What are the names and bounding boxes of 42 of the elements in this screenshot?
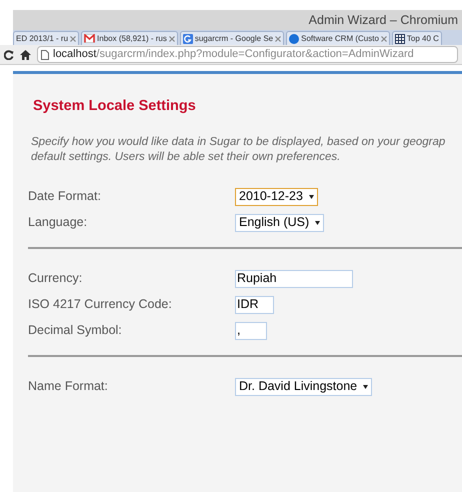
input-field[interactable]: IDR [235,296,274,314]
field-label: Currency: [28,270,84,288]
input-field[interactable]: , [235,322,267,340]
page-heading: System Locale Settings [33,97,197,116]
envelope-icon [84,34,96,43]
field-label: Date Format: [28,188,102,206]
dropdown[interactable]: English (US) [235,214,324,232]
home-icon[interactable] [20,50,31,60]
field-label: Name Format: [28,378,109,396]
field-label: ISO 4217 Currency Code: [28,296,173,314]
reload-icon[interactable] [4,50,14,60]
browser-tab[interactable]: Software CRM (Custo [286,31,390,45]
close-icon[interactable] [380,36,387,42]
browser-tab[interactable]: ED 2013/1 - ru [13,31,80,45]
window-title: Admin Wizard – Chromium [308,12,458,29]
grid-icon [394,34,405,44]
close-icon[interactable] [168,36,175,42]
dropdown[interactable]: Dr. David Livingstone [235,378,372,396]
address-field[interactable]: localhost/sugarcrm/index.php?module=Configurator&action=AdminWizard [37,46,458,63]
field-label: Decimal Symbol: [28,322,123,340]
tab-title: Software CRM (Custo [301,32,379,44]
input-field[interactable]: Rupiah [235,270,353,288]
browser-tab[interactable]: Top 40 C [392,31,442,45]
tab-title: ED 2013/1 - ru [16,32,68,44]
description-text: Specify how you would like data in Sugar to be displayed, based on your geograp [31,134,446,150]
url-text: localhost/sugarcrm/index.php?module=Configurator&action=AdminWizard [53,47,414,62]
close-icon[interactable] [70,36,76,42]
browser-tab[interactable]: sugarcrm - Google Se [180,31,284,45]
close-icon[interactable] [275,36,282,42]
caret-icon [315,220,320,225]
browser-tab[interactable]: Inbox (58,921) - rus [81,31,178,45]
letter-g-icon [182,34,193,44]
description-text: default settings. Users will be able set their own preferences. [31,150,340,165]
tab-title: sugarcrm - Google Se [194,32,274,44]
tab-title: Top 40 C [406,32,439,44]
tab-title: Inbox (58,921) - rus [97,32,167,44]
caret-icon [308,194,314,199]
globe-icon [289,34,300,44]
field-label: Language: [28,214,88,232]
caret-icon [363,384,368,389]
dropdown[interactable]: 2010-12-23 [235,188,318,206]
page-icon [41,50,49,60]
